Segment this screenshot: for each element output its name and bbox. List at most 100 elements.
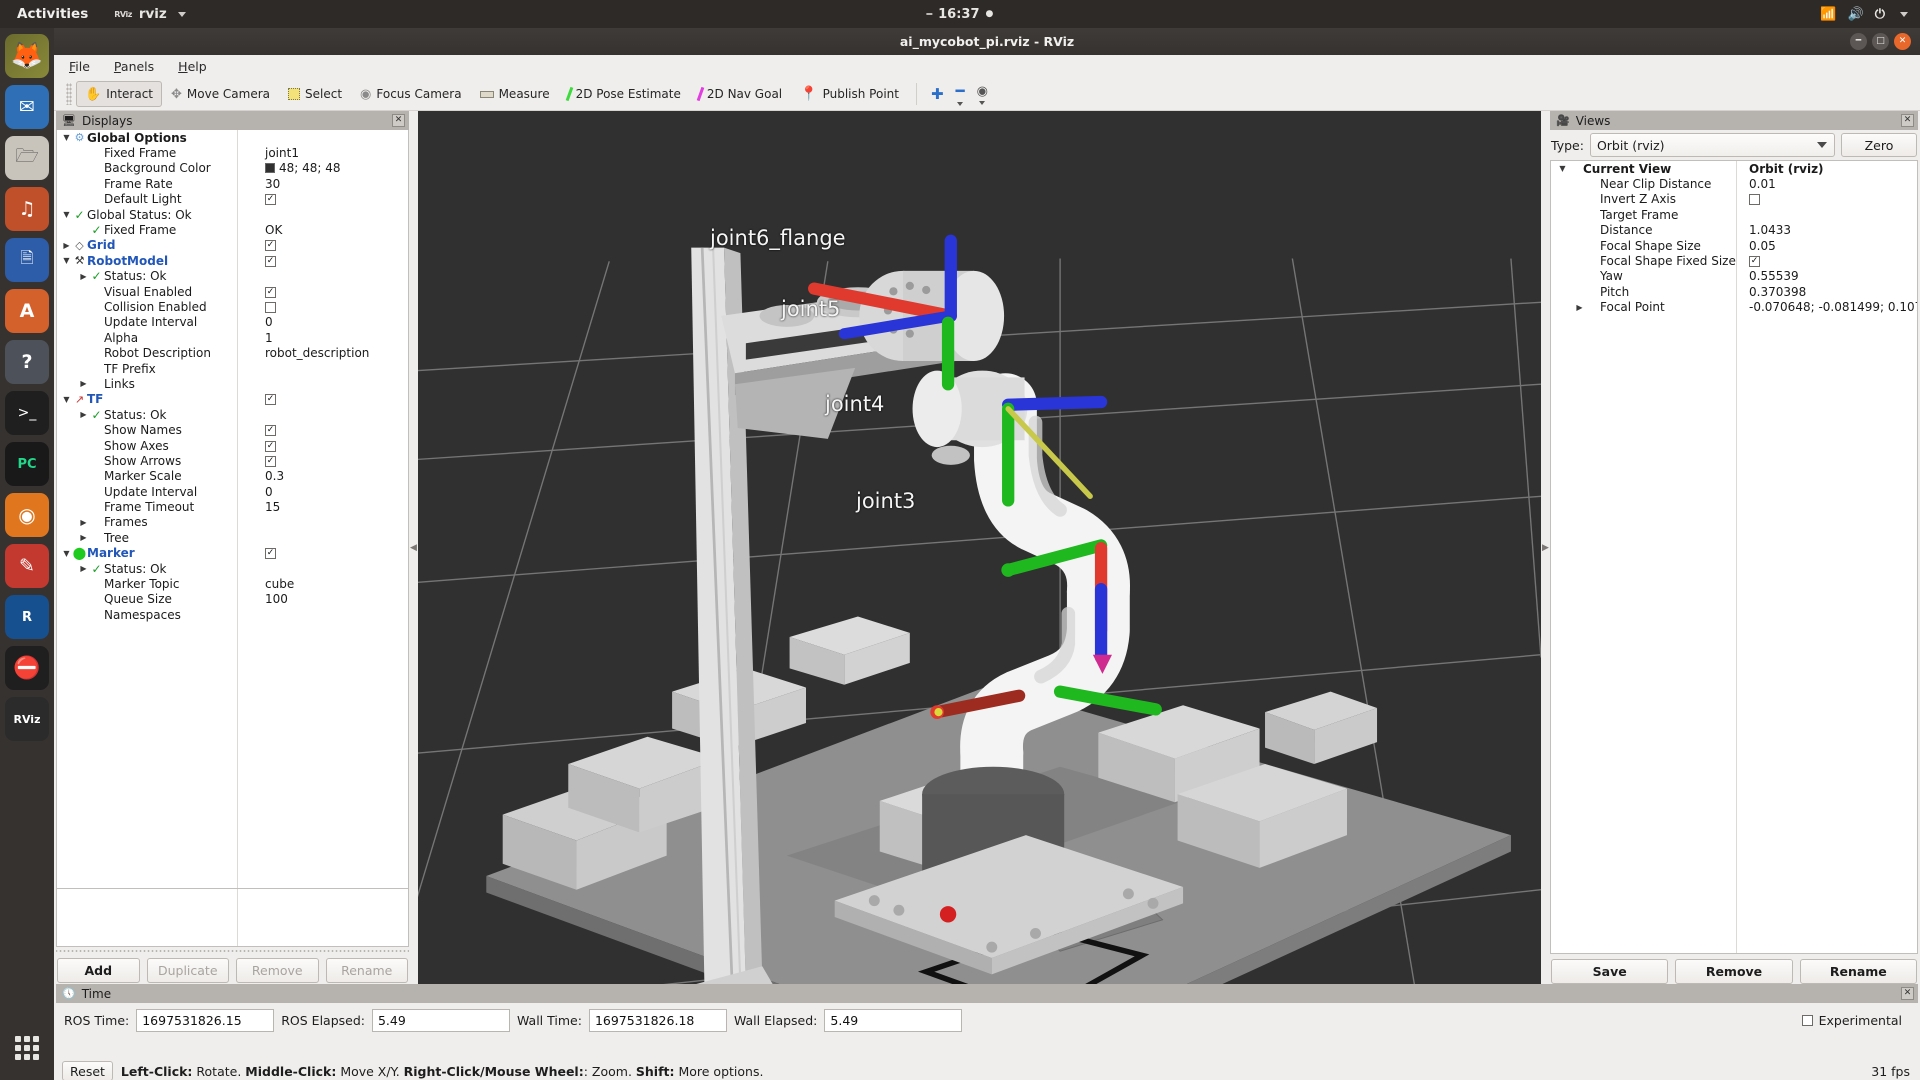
- tree-row[interactable]: Collision Enabled: [57, 299, 408, 314]
- tree-row[interactable]: Fixed Frame joint1: [57, 145, 408, 160]
- tree-row[interactable]: Update Interval 0: [57, 315, 408, 330]
- row-value[interactable]: 15: [258, 500, 408, 514]
- tree-row[interactable]: Distance 1.0433: [1551, 223, 1917, 238]
- tree-row[interactable]: ▼ ↗ TF ✓: [57, 392, 408, 407]
- row-value[interactable]: 0.01: [1742, 177, 1917, 191]
- tree-row[interactable]: Alpha 1: [57, 330, 408, 345]
- row-value[interactable]: cube: [258, 577, 408, 591]
- close-button[interactable]: ✕: [1894, 33, 1911, 50]
- tree-row[interactable]: Default Light ✓: [57, 192, 408, 207]
- add-tool-button[interactable]: ✚: [925, 85, 950, 103]
- tree-row[interactable]: ▼ ✓ Global Status: Ok: [57, 207, 408, 222]
- dock-item-thunderbird[interactable]: ✉: [5, 85, 49, 129]
- row-value[interactable]: 48; 48; 48: [258, 161, 408, 175]
- tool-properties-button[interactable]: ◉: [971, 84, 994, 105]
- maximize-button[interactable]: □: [1872, 33, 1889, 50]
- tree-row[interactable]: Invert Z Axis: [1551, 192, 1917, 207]
- disclosure-triangle-icon[interactable]: ▶: [78, 533, 89, 542]
- view-type-select[interactable]: Orbit (rviz): [1589, 133, 1835, 157]
- tree-row[interactable]: Show Names ✓: [57, 422, 408, 437]
- menu-help[interactable]: Help: [175, 58, 210, 75]
- row-value[interactable]: 0.55539: [1742, 269, 1917, 283]
- row-value[interactable]: -0.070648; -0.081499; 0.10758: [1742, 300, 1917, 314]
- tree-row[interactable]: Yaw 0.55539: [1551, 269, 1917, 284]
- row-value[interactable]: ✓: [258, 439, 408, 453]
- disclosure-triangle-icon[interactable]: ▼: [61, 549, 72, 558]
- disclosure-triangle-icon[interactable]: ▶: [1574, 303, 1585, 312]
- dock-item-vnc-viewer[interactable]: R: [5, 595, 49, 639]
- displays-tree[interactable]: ▼ ⚙ Global Options Fixed Frame joint1 Backgro…: [56, 130, 409, 889]
- zero-button[interactable]: Zero: [1841, 133, 1917, 157]
- row-value[interactable]: 0: [258, 485, 408, 499]
- row-value[interactable]: ✓: [258, 254, 408, 268]
- disclosure-triangle-icon[interactable]: ▶: [61, 241, 72, 250]
- remove-tool-button[interactable]: ━: [950, 82, 971, 106]
- tool-publish-point[interactable]: 📍 Publish Point: [791, 81, 908, 107]
- menu-file[interactable]: File: [66, 58, 93, 75]
- disclosure-triangle-icon[interactable]: ▼: [61, 133, 72, 142]
- tree-row[interactable]: ▶ ✓ Status: Ok: [57, 269, 408, 284]
- dock-item-pycharm[interactable]: PC: [5, 442, 49, 486]
- dock-item-rviz[interactable]: RViz: [5, 697, 49, 741]
- row-value[interactable]: 30: [258, 177, 408, 191]
- dock-item-files[interactable]: 🗁: [5, 136, 49, 180]
- dock-item-text-editor[interactable]: ✎: [5, 544, 49, 588]
- tree-row[interactable]: Frame Timeout 15: [57, 499, 408, 514]
- row-value[interactable]: 100: [258, 592, 408, 606]
- row-value[interactable]: ✓: [258, 423, 408, 437]
- panel-resize-grip[interactable]: [56, 947, 409, 954]
- row-value[interactable]: ✓: [258, 454, 408, 468]
- row-value[interactable]: 0.370398: [1742, 285, 1917, 299]
- dock-item-blender[interactable]: ◉: [5, 493, 49, 537]
- dock-item-rhythmbox[interactable]: ♫: [5, 187, 49, 231]
- wall-elapsed-field[interactable]: 5.49: [824, 1009, 963, 1032]
- row-value[interactable]: 1: [258, 331, 408, 345]
- tree-row[interactable]: Show Arrows ✓: [57, 453, 408, 468]
- right-splitter-handle[interactable]: ▶: [1541, 111, 1550, 984]
- tree-row[interactable]: Marker Topic cube: [57, 576, 408, 591]
- tree-row[interactable]: ▶ ✓ Status: Ok: [57, 407, 408, 422]
- row-value[interactable]: robot_description: [258, 346, 408, 360]
- tree-row[interactable]: Focal Shape Fixed Size ✓: [1551, 253, 1917, 268]
- row-value[interactable]: ✓: [258, 285, 408, 299]
- row-value[interactable]: 0.05: [1742, 239, 1917, 253]
- tree-row[interactable]: ▶ Frames: [57, 515, 408, 530]
- dock-item-firefox[interactable]: 🦊: [5, 34, 49, 78]
- tree-row[interactable]: ▶ Tree: [57, 530, 408, 545]
- row-value[interactable]: 0: [258, 315, 408, 329]
- tree-row[interactable]: Show Axes ✓: [57, 438, 408, 453]
- tree-row[interactable]: Focal Shape Size 0.05: [1551, 238, 1917, 253]
- row-value[interactable]: ✓: [258, 546, 408, 560]
- menu-panels[interactable]: Panels: [111, 58, 157, 75]
- row-value[interactable]: 1.0433: [1742, 223, 1917, 237]
- wall-time-field[interactable]: 1697531826.18: [588, 1009, 727, 1032]
- tree-row[interactable]: Update Interval 0: [57, 484, 408, 499]
- row-value[interactable]: joint1: [258, 146, 408, 160]
- views-remove-button[interactable]: Remove: [1675, 958, 1793, 984]
- tree-row[interactable]: ▶ Links: [57, 376, 408, 391]
- tree-row[interactable]: Queue Size 100: [57, 592, 408, 607]
- row-value[interactable]: ✓: [258, 392, 408, 406]
- tool-move-camera[interactable]: ✥ Move Camera: [162, 81, 279, 107]
- row-value[interactable]: [258, 300, 408, 314]
- tool-2d-nav-goal[interactable]: 2D Nav Goal: [690, 81, 791, 107]
- tree-row[interactable]: ▶ Focal Point -0.070648; -0.081499; 0.1075…: [1551, 300, 1917, 315]
- views-save-button[interactable]: Save: [1551, 958, 1669, 984]
- activities-button[interactable]: Activities: [17, 6, 88, 22]
- disclosure-triangle-icon[interactable]: ▼: [61, 210, 72, 219]
- tree-row[interactable]: Frame Rate 30: [57, 176, 408, 191]
- close-icon[interactable]: ✕: [1901, 987, 1914, 1000]
- close-icon[interactable]: ✕: [392, 114, 405, 127]
- row-value[interactable]: ✓: [1742, 254, 1917, 268]
- disclosure-triangle-icon[interactable]: ▼: [1557, 164, 1568, 173]
- tool-interact[interactable]: ✋ Interact: [76, 81, 163, 107]
- reset-button[interactable]: Reset: [62, 1061, 113, 1080]
- row-value[interactable]: ✓: [258, 238, 408, 252]
- dock-item-ubuntu-software[interactable]: A: [5, 289, 49, 333]
- tool-measure[interactable]: Measure: [471, 81, 559, 107]
- left-splitter-handle[interactable]: ◀: [409, 111, 418, 984]
- show-applications-button[interactable]: [5, 1026, 49, 1070]
- close-icon[interactable]: ✕: [1901, 114, 1914, 127]
- disclosure-triangle-icon[interactable]: ▶: [78, 564, 89, 573]
- disclosure-triangle-icon[interactable]: ▶: [78, 518, 89, 527]
